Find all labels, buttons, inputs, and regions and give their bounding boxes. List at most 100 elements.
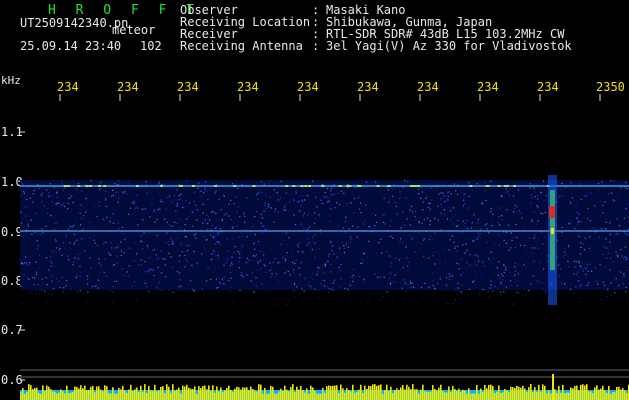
noise-dot xyxy=(133,260,135,262)
noise-dot xyxy=(537,198,539,200)
noise-dot xyxy=(445,270,447,272)
noise-dot xyxy=(232,226,234,228)
noise-dot xyxy=(458,268,460,270)
noise-dot xyxy=(607,288,609,290)
noise-dot xyxy=(317,266,319,269)
noise-dot xyxy=(469,264,471,266)
noise-dot xyxy=(316,206,318,208)
noise-dot xyxy=(124,191,126,193)
noise-dot xyxy=(55,240,57,242)
noise-dot xyxy=(52,274,54,277)
noise-dot xyxy=(154,248,156,250)
noise-dot xyxy=(477,218,479,221)
noise-dot xyxy=(108,252,110,254)
power-bar xyxy=(416,389,418,400)
noise-dot xyxy=(191,212,193,214)
noise-dot xyxy=(603,287,605,289)
power-bar xyxy=(66,385,68,400)
noise-dot xyxy=(162,258,164,260)
noise-dot xyxy=(112,291,114,293)
noise-dot xyxy=(222,279,224,281)
noise-dot xyxy=(51,280,53,282)
noise-dot xyxy=(525,201,527,203)
power-bar xyxy=(398,390,400,400)
power-bar xyxy=(146,393,148,400)
power-bar xyxy=(154,384,156,400)
noise-dot xyxy=(221,278,223,280)
noise-dot xyxy=(536,223,538,225)
noise-dot xyxy=(300,223,302,225)
noise-dot xyxy=(115,191,118,194)
noise-dot xyxy=(182,290,184,291)
power-bar xyxy=(368,385,370,400)
noise-dot xyxy=(567,222,569,224)
power-bar xyxy=(600,388,602,400)
noise-dot xyxy=(374,225,376,227)
noise-dot xyxy=(140,240,142,242)
noise-dot xyxy=(626,258,628,260)
noise-dot xyxy=(451,275,453,277)
noise-dot xyxy=(327,197,329,199)
noise-dot xyxy=(511,303,513,305)
noise-dot xyxy=(113,301,115,303)
noise-dot xyxy=(26,276,28,278)
noise-dot xyxy=(440,197,442,200)
noise-dot xyxy=(437,219,439,221)
noise-dot xyxy=(539,294,541,296)
noise-dot xyxy=(596,213,598,215)
noise-dot xyxy=(83,215,85,217)
noise-dot xyxy=(561,231,563,233)
noise-dot xyxy=(462,244,464,246)
noise-dot xyxy=(357,197,360,199)
noise-dot xyxy=(591,270,593,272)
noise-dot xyxy=(246,257,248,259)
noise-dot xyxy=(149,191,151,193)
carrier-highlight xyxy=(88,185,92,187)
noise-dot xyxy=(367,299,369,301)
noise-dot xyxy=(87,275,89,277)
power-bar xyxy=(126,392,128,400)
noise-dot xyxy=(178,199,181,201)
noise-dot xyxy=(383,276,385,278)
noise-dot xyxy=(609,241,611,243)
power-bar xyxy=(598,389,600,400)
noise-dot xyxy=(34,277,36,279)
power-bar xyxy=(366,389,368,400)
noise-dot xyxy=(516,291,518,293)
noise-dot xyxy=(311,249,313,251)
power-bar xyxy=(528,387,530,400)
noise-dot xyxy=(623,217,626,219)
noise-dot xyxy=(344,232,347,234)
noise-dot xyxy=(116,255,118,257)
power-bar xyxy=(306,388,308,400)
noise-dot xyxy=(172,291,174,293)
noise-dot xyxy=(35,261,37,263)
noise-dot xyxy=(350,238,352,240)
noise-dot xyxy=(257,240,260,243)
noise-dot xyxy=(333,184,335,186)
noise-dot xyxy=(570,288,572,290)
noise-dot xyxy=(452,303,454,304)
noise-dot xyxy=(282,233,284,236)
noise-dot xyxy=(462,205,464,207)
noise-dot xyxy=(507,224,510,226)
noise-dot xyxy=(65,234,67,236)
carrier-highlight xyxy=(308,185,311,187)
noise-dot xyxy=(307,214,309,216)
noise-dot xyxy=(324,191,326,194)
carrier-highlight xyxy=(346,185,350,187)
noise-dot xyxy=(468,195,470,197)
noise-dot xyxy=(217,290,219,292)
noise-dot xyxy=(447,195,449,198)
noise-dot xyxy=(418,232,420,234)
noise-dot xyxy=(490,260,492,262)
power-bar xyxy=(198,386,200,400)
noise-dot xyxy=(574,266,576,268)
noise-dot xyxy=(512,303,514,305)
noise-dot xyxy=(145,303,147,305)
noise-dot xyxy=(61,180,63,182)
noise-dot xyxy=(166,221,168,223)
power-bar xyxy=(236,386,238,400)
noise-dot xyxy=(89,257,91,259)
noise-dot xyxy=(449,273,451,275)
